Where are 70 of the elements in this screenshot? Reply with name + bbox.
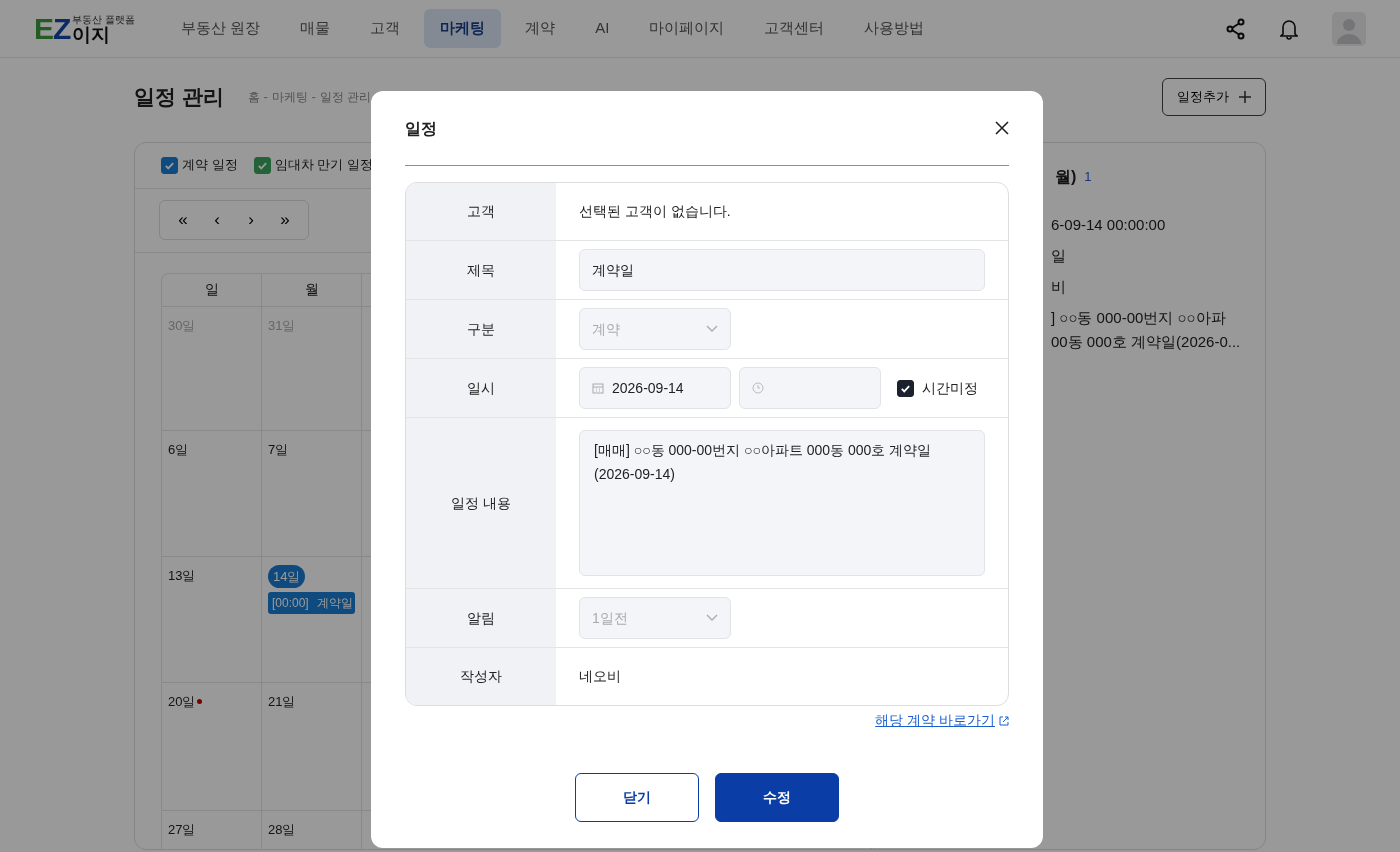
nav-tab[interactable]: 부동산 원장 — [165, 9, 277, 48]
calendar-nav-button[interactable]: ‹ — [200, 205, 234, 235]
day-number[interactable]: 7일 — [268, 439, 289, 459]
schedule-detail: 비 — [1051, 277, 1067, 297]
schedule-detail: 6-09-14 00:00:00 — [1051, 214, 1167, 235]
nav-tab[interactable]: 고객 — [354, 9, 417, 48]
field-label: 알림 — [467, 608, 495, 628]
day-number[interactable]: 21일 — [268, 691, 296, 711]
title-input[interactable]: 계약일 — [579, 249, 985, 291]
nav-tab[interactable]: 마이페이지 — [633, 9, 741, 48]
calendar-nav-button[interactable]: » — [268, 205, 302, 235]
breadcrumb-item: - — [311, 88, 316, 106]
external-link-icon — [999, 715, 1009, 726]
checkbox-label[interactable]: 임대차 만기 일정 — [274, 155, 373, 175]
edit-button[interactable]: 수정 — [715, 773, 839, 822]
field-label: 작성자 — [460, 667, 502, 686]
clock-icon — [752, 382, 764, 394]
calendar-icon — [592, 382, 604, 394]
day-number[interactable]: 13일 — [168, 565, 196, 585]
nav-tab[interactable]: 마케팅 — [424, 9, 502, 48]
plus-icon — [1239, 90, 1251, 103]
day-number[interactable]: 28일 — [268, 819, 296, 839]
panel-heading: 월) — [1055, 166, 1077, 187]
weekday-header: 월 — [304, 280, 319, 299]
checkbox[interactable] — [897, 379, 914, 397]
checkbox-label[interactable]: 계약 일정 — [182, 155, 238, 175]
schedule-detail: 일 — [1051, 245, 1067, 266]
time-field[interactable] — [739, 367, 881, 409]
close-dialog-button[interactable]: 닫기 — [575, 773, 699, 822]
field-label: 구분 — [467, 319, 495, 339]
caret-icon — [706, 325, 718, 333]
caret-icon — [706, 614, 718, 622]
checkbox[interactable] — [253, 156, 271, 174]
field-label: 고객 — [467, 202, 495, 221]
bell-icon[interactable] — [1280, 17, 1298, 40]
field-label: 일시 — [467, 378, 495, 398]
calendar-nav-button[interactable]: › — [234, 205, 268, 235]
day-number[interactable]: 6일 — [168, 439, 189, 459]
add-schedule-button[interactable]: 일정추가 — [1162, 78, 1266, 116]
nav-tab[interactable]: 계약 — [509, 9, 572, 48]
day-number[interactable]: 14일 — [268, 564, 306, 588]
nav-tab[interactable]: AI — [579, 9, 626, 48]
share-icon[interactable] — [1226, 17, 1246, 40]
date-field[interactable]: 2026-09-14 — [579, 367, 731, 409]
field-value: 네오비 — [579, 667, 621, 686]
checkbox[interactable] — [161, 156, 178, 174]
breadcrumb-item: 마케팅 — [271, 88, 308, 106]
breadcrumb-item: 홈 — [247, 88, 260, 106]
nav-tab[interactable]: 사용방법 — [848, 9, 941, 48]
calendar-nav-button[interactable]: « — [166, 205, 200, 235]
schedule-detail: ] ○○동 000-00번지 ○○아파 00동 000호 계약일(2026-0... — [1051, 308, 1242, 352]
checkbox-label[interactable]: 시간미정 — [922, 377, 978, 399]
logo-text[interactable]: EZ — [34, 13, 71, 44]
logo-tagline: 부동산 플랫폼 — [72, 14, 136, 25]
page-title: 일정 관리 — [134, 84, 224, 110]
modal-title: 일정 — [405, 119, 437, 139]
field-value: 선택된 고객이 없습니다. — [579, 202, 731, 221]
breadcrumb-item: - — [263, 88, 268, 106]
weekday-header: 일 — [204, 280, 219, 299]
event-chip[interactable]: [00:00] 계약일 — [268, 592, 355, 614]
schedule-count: 1 — [1084, 167, 1092, 186]
breadcrumb-item: 일정 관리 — [319, 88, 372, 106]
field-label: 일정 내용 — [451, 493, 511, 513]
nav-tab[interactable]: 고객센터 — [748, 9, 841, 48]
logo-name[interactable]: 이지 — [72, 24, 136, 44]
content-textarea[interactable]: [매매] ○○동 000-00번지 ○○아파트 000동 000호 계약일(2026-09-14) — [579, 430, 985, 576]
nav-tab[interactable]: 매물 — [284, 9, 347, 48]
field-label: 제목 — [467, 260, 495, 280]
day-number[interactable]: 20일 — [168, 691, 196, 711]
day-number[interactable]: 27일 — [168, 819, 196, 839]
